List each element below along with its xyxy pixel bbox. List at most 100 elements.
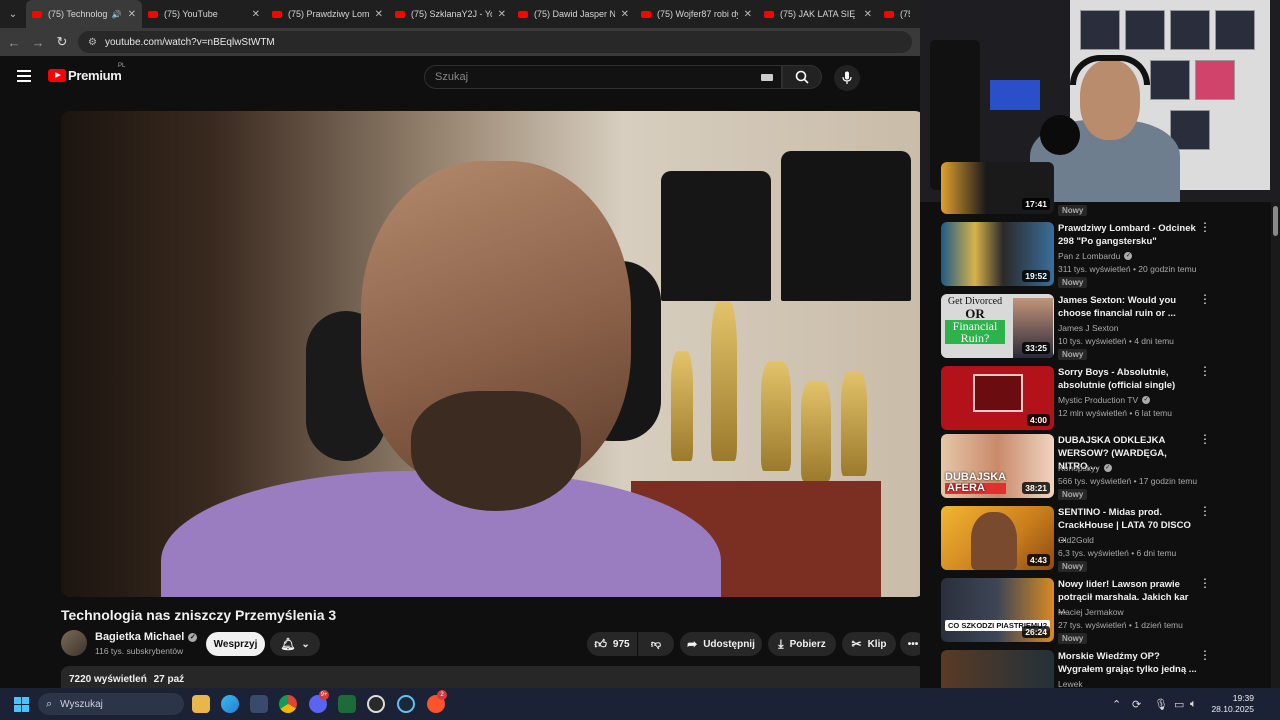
tab-wojfer87[interactable]: (75) Wojfer87 robi dy ✕ [635, 0, 758, 28]
tab-label: (75) YouTube [164, 9, 218, 19]
support-button[interactable]: Wesprzyj [206, 632, 265, 656]
notifications-button[interactable]: 🔔︎ ⌄ [270, 632, 320, 656]
sync-icon[interactable]: ⟳ [1132, 698, 1141, 711]
store-icon[interactable] [250, 695, 268, 713]
more-vertical-icon[interactable]: ⋮ [1199, 365, 1211, 377]
channel-name-text: Old2Gold [1058, 535, 1094, 545]
edge-icon[interactable] [221, 695, 239, 713]
video-meta: 10 tys. wyświetleń • 4 dni temu [1058, 336, 1174, 346]
video-thumbnail [941, 650, 1054, 688]
close-tab-icon[interactable]: ✕ [744, 9, 752, 20]
search-input[interactable]: Szukaj [424, 65, 782, 89]
video-player[interactable] [61, 111, 925, 597]
search-button[interactable] [782, 65, 822, 89]
thumbnail-text: AFERA [945, 483, 1007, 494]
more-vertical-icon[interactable]: ⋮ [1199, 293, 1211, 305]
related-video[interactable]: CO SZKODZI PIASTRIEMU? 26:24 Nowy lider!… [941, 577, 1261, 646]
channel-avatar[interactable] [61, 630, 87, 656]
duration-badge: 19:52 [1022, 270, 1050, 282]
voice-search-button[interactable] [834, 65, 860, 91]
tray-expand-icon[interactable]: ⌃ [1112, 698, 1121, 711]
address-bar: ← → ↻ ⚙ youtube.com/watch?v=nBEqlwStWTM [0, 28, 920, 56]
like-button[interactable]: 👍︎ 975 [587, 632, 637, 656]
related-video[interactable]: Morskie Wiedźmy OP? Wygrałem grając tylk… [941, 650, 1261, 688]
system-clock[interactable]: 19:39 28.10.2025 [1210, 693, 1254, 715]
url-field[interactable]: ⚙ youtube.com/watch?v=nBEqlwStWTM [78, 31, 912, 53]
close-tab-icon[interactable]: ✕ [864, 9, 872, 20]
tab-prawdziwy-lombard[interactable]: (75) Prawdziwy Lomb ✕ [266, 0, 389, 28]
site-info-icon[interactable]: ⚙ [88, 37, 97, 48]
reload-icon[interactable]: ↻ [50, 34, 74, 50]
channel-name: James J Sexton [1058, 323, 1118, 333]
menu-icon[interactable] [17, 70, 31, 82]
video-thumbnail: 4:00 [941, 366, 1054, 430]
obs-icon[interactable] [367, 695, 385, 713]
youtube-premium-logo[interactable]: Premium PL [48, 63, 125, 83]
close-tab-icon[interactable]: ✕ [128, 9, 136, 20]
forward-icon[interactable]: → [26, 35, 50, 50]
related-video[interactable]: DUBAJSKA AFERA 38:21 DUBAJSKA ODKLEJKA W… [941, 433, 1261, 502]
scissors-icon: ✂ [851, 637, 862, 651]
tab-search-chevron-icon[interactable]: ⌄ [0, 0, 26, 28]
thumbnail-art [973, 374, 1023, 412]
clip-button[interactable]: ✂ Klip [842, 632, 896, 656]
related-video[interactable]: Get Divorced OR Financial Ruin? 33:25 Ja… [941, 293, 1261, 362]
tab-szklanay2j[interactable]: (75) SzklanaY2J - You ✕ [389, 0, 512, 28]
video-frame [411, 391, 581, 511]
close-tab-icon[interactable]: ✕ [375, 9, 383, 20]
tab-dawid-jasper[interactable]: (75) Dawid Jasper NA ✕ [512, 0, 635, 28]
more-vertical-icon[interactable]: ⋮ [1199, 221, 1211, 233]
windows-start-icon[interactable] [14, 697, 29, 712]
chrome-icon[interactable] [279, 695, 297, 713]
tab-partial[interactable]: (75 [878, 0, 916, 28]
search-placeholder: Szukaj [435, 71, 469, 83]
related-video[interactable]: 4:00 Sorry Boys - Absolutnie, absolutnie… [941, 365, 1261, 434]
back-icon[interactable]: ← [2, 35, 26, 50]
youtube-favicon-icon [272, 10, 282, 18]
verified-icon: ✓ [1142, 396, 1151, 404]
video-thumbnail: CO SZKODZI PIASTRIEMU? 26:24 [941, 578, 1054, 642]
download-button[interactable]: ⤓ Pobierz [768, 632, 836, 656]
volume-icon[interactable]: 🔈︎ [1190, 698, 1197, 711]
share-button[interactable]: ➦ Udostępnij [680, 632, 762, 656]
tab-youtube[interactable]: (75) YouTube ✕ [142, 0, 266, 28]
close-tab-icon[interactable]: ✕ [621, 9, 629, 20]
more-vertical-icon[interactable]: ⋮ [1199, 577, 1211, 589]
more-vertical-icon[interactable]: ⋮ [1199, 650, 1211, 661]
related-video[interactable]: 4:43 SENTINO - Midas prod. CrackHouse | … [941, 505, 1261, 574]
youtube-favicon-icon [518, 10, 528, 18]
verified-icon: ✓ [1124, 252, 1133, 260]
related-video[interactable]: 19:52 Prawdziwy Lombard - Odcinek 298 "P… [941, 221, 1261, 290]
clock-time: 19:39 [1232, 693, 1254, 703]
related-video-partial[interactable]: 17:41 Nowy [941, 162, 1261, 216]
duration-badge: 26:24 [1022, 626, 1050, 638]
webcam-frame [1215, 10, 1255, 50]
speaker-icon[interactable]: 🔊 [112, 10, 122, 19]
more-vertical-icon[interactable]: ⋮ [1199, 505, 1211, 517]
new-badge: Nowy [1058, 277, 1088, 288]
video-frame [711, 301, 737, 461]
tab-jak-lata[interactable]: (75) JAK LATA SIĘ PO ✕ [758, 0, 878, 28]
microphone-tray-icon[interactable]: 🎙︎ [1154, 698, 1168, 711]
youtube-favicon-icon [32, 10, 42, 18]
search-icon [795, 70, 809, 84]
webcam-frame [1195, 60, 1235, 100]
tab-technologia[interactable]: (75) Technologia 🔊 ✕ [26, 0, 142, 28]
close-tab-icon[interactable]: ✕ [252, 9, 260, 20]
new-badge: Nowy [1058, 561, 1088, 572]
dislike-button[interactable]: 👎︎ [638, 632, 674, 656]
duration-badge: 17:41 [1022, 198, 1050, 210]
network-icon[interactable]: ▭ [1174, 698, 1184, 711]
more-vertical-icon[interactable]: ⋮ [1199, 433, 1211, 445]
sidebar-scrollbar[interactable] [1271, 202, 1280, 688]
new-badge: Nowy [1058, 489, 1088, 500]
taskbar-search-input[interactable]: ⌕ Wyszukaj [38, 693, 184, 715]
webcam-frame [990, 80, 1040, 110]
channel-name[interactable]: Bagietka Michael ✓ [95, 631, 198, 643]
excel-icon[interactable] [338, 695, 356, 713]
keyboard-icon[interactable] [761, 74, 773, 81]
steam-icon[interactable] [397, 695, 415, 713]
scrollbar-thumb[interactable] [1273, 206, 1278, 236]
file-explorer-icon[interactable] [192, 695, 210, 713]
close-tab-icon[interactable]: ✕ [498, 9, 506, 20]
